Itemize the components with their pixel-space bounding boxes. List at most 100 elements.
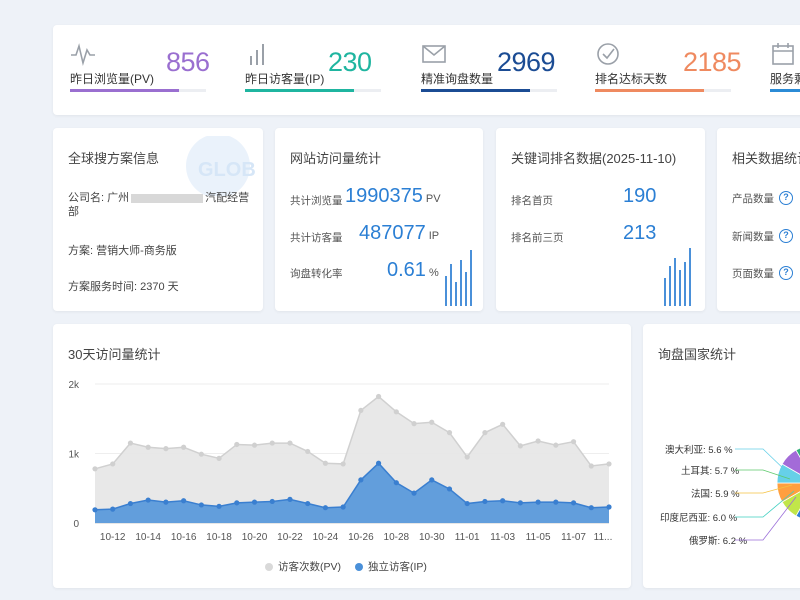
- pie-label: 土耳其: 5.7 %: [681, 465, 740, 477]
- x-tick-label: 10-16: [171, 532, 197, 543]
- related-data-title: 相关数据统计: [732, 151, 800, 166]
- stat-label: 服务剩: [770, 72, 800, 86]
- data-point: [269, 440, 275, 446]
- x-tick-label: 11...: [594, 532, 613, 543]
- mini-bar-icon: [445, 250, 472, 306]
- conversion-value: 0.61%: [387, 259, 439, 281]
- service-time: 方案服务时间: 2370 天: [68, 281, 179, 293]
- data-point: [393, 409, 399, 415]
- stat-value: 2969: [497, 47, 556, 77]
- stat-label: 精准询盘数量: [421, 72, 494, 86]
- bar-chart-icon: [250, 44, 264, 65]
- data-point: [553, 499, 559, 505]
- rank-first-page-value: 190: [623, 185, 657, 207]
- mini-bar-icon: [664, 248, 691, 306]
- total-ip-label: 共计访客量: [290, 232, 343, 244]
- legend-ip[interactable]: 独立访客(IP): [355, 559, 427, 574]
- stat-item: 服务剩: [753, 25, 800, 115]
- data-point: [127, 440, 134, 446]
- rank-top3-label: 排名前三页: [511, 232, 564, 244]
- stat-value: 856: [166, 47, 210, 77]
- plan-info-title: 全球搜方案信息: [68, 151, 160, 166]
- x-tick-label: 11-05: [526, 532, 551, 543]
- globe-watermark-icon: GLOB: [186, 136, 256, 196]
- help-icon[interactable]: ?: [779, 266, 793, 280]
- data-point: [234, 500, 240, 506]
- data-point: [429, 419, 435, 425]
- inquiry-country-card: 询盘国家统计 澳大利亚: 5.6 % 土耳其: 5.7 % 法国: 5.9 % 印度尼…: [643, 324, 800, 588]
- help-icon[interactable]: ?: [779, 191, 793, 205]
- pie-label: 俄罗斯: 6.2 %: [689, 535, 748, 547]
- data-point: [446, 430, 453, 436]
- stat-label: 昨日浏览量(PV): [70, 72, 155, 86]
- data-point: [464, 454, 470, 460]
- data-point: [110, 506, 116, 512]
- data-point: [570, 439, 577, 445]
- data-point: [198, 451, 204, 457]
- svg-text:GLOB: GLOB: [198, 159, 256, 181]
- x-tick-label: 10-14: [135, 532, 161, 543]
- x-tick-label: 10-18: [206, 532, 232, 543]
- stat-item: 昨日浏览量(PV) 856: [53, 25, 223, 115]
- y-tick-label: 0: [73, 519, 79, 530]
- related-data-card: 相关数据统计 产品数量 ? 新闻数量 ? 页面数量 ?: [717, 128, 800, 311]
- data-point: [429, 477, 435, 483]
- data-point: [517, 443, 523, 449]
- trend-chart-card: 30天访问量统计 0 1k 2k 10-12 10-14 10-16 10-18 10-20 1…: [53, 324, 631, 588]
- data-point: [553, 442, 559, 448]
- country-pie-chart: 澳大利亚: 5.6 % 土耳其: 5.7 % 法国: 5.9 % 印度尼西亚: 6.0…: [660, 444, 800, 547]
- stat-item: 排名达标天数 2185: [578, 25, 748, 115]
- data-point: [570, 500, 577, 506]
- total-pv-value: 1990375 PV: [345, 185, 441, 207]
- legend-pv[interactable]: 访客次数(PV): [265, 559, 341, 574]
- redacted-block: [131, 193, 204, 203]
- pie-label: 法国: 5.9 %: [691, 488, 740, 500]
- data-point: [269, 498, 275, 505]
- data-point: [411, 421, 417, 427]
- data-point: [606, 504, 612, 510]
- stats-strip: 昨日浏览量(PV) 856 昨日访客量(IP) 230 精准询盘数量 2969 排名达标天数…: [53, 25, 800, 115]
- data-point: [216, 455, 222, 461]
- site-visits-title: 网站访问量统计: [290, 151, 382, 166]
- data-point: [464, 500, 470, 507]
- data-point: [287, 440, 293, 446]
- data-point: [322, 505, 329, 511]
- data-point: [127, 500, 134, 507]
- data-point: [535, 438, 541, 444]
- data-point: [606, 461, 612, 467]
- data-point: [181, 444, 187, 450]
- stat-progress: [421, 89, 557, 92]
- plan-name: 方案: 营销大师-商务版: [68, 245, 177, 257]
- pie-label: 印度尼西亚: 6.0 %: [660, 512, 738, 524]
- data-point: [110, 461, 116, 467]
- stat-value: 230: [328, 47, 372, 77]
- data-point: [500, 498, 506, 504]
- trend-chart: 0 1k 2k 10-12 10-14 10-16 10-18 10-20 10-22 10-24…: [68, 380, 613, 543]
- site-visits-card: 网站访问量统计 共计浏览量 1990375 PV 共计访客量 487077 IP 询…: [275, 128, 483, 311]
- data-point: [358, 477, 364, 483]
- keyword-rank-title: 关键词排名数据(2025-11-10): [511, 151, 677, 166]
- data-point: [393, 480, 399, 486]
- check-circle-icon: [597, 43, 619, 65]
- x-tick-label: 11-03: [490, 532, 515, 543]
- conversion-label: 询盘转化率: [290, 268, 343, 280]
- total-pv-label: 共计浏览量: [290, 195, 343, 207]
- data-point: [588, 505, 594, 511]
- data-point: [322, 460, 329, 466]
- data-point: [411, 490, 417, 496]
- data-point: [340, 461, 346, 467]
- data-point: [216, 503, 222, 509]
- data-point: [588, 463, 594, 469]
- data-point: [251, 442, 258, 448]
- stat-progress: [595, 89, 731, 92]
- help-icon[interactable]: ?: [779, 229, 793, 243]
- data-point: [145, 444, 151, 450]
- data-point: [517, 500, 523, 506]
- y-tick-label: 1k: [68, 450, 80, 461]
- data-point: [340, 504, 346, 510]
- data-point: [92, 507, 98, 513]
- data-point: [305, 448, 311, 455]
- stat-value: 2185: [683, 47, 742, 77]
- stat-progress: [245, 89, 381, 92]
- x-tick-label: 10-30: [419, 532, 445, 543]
